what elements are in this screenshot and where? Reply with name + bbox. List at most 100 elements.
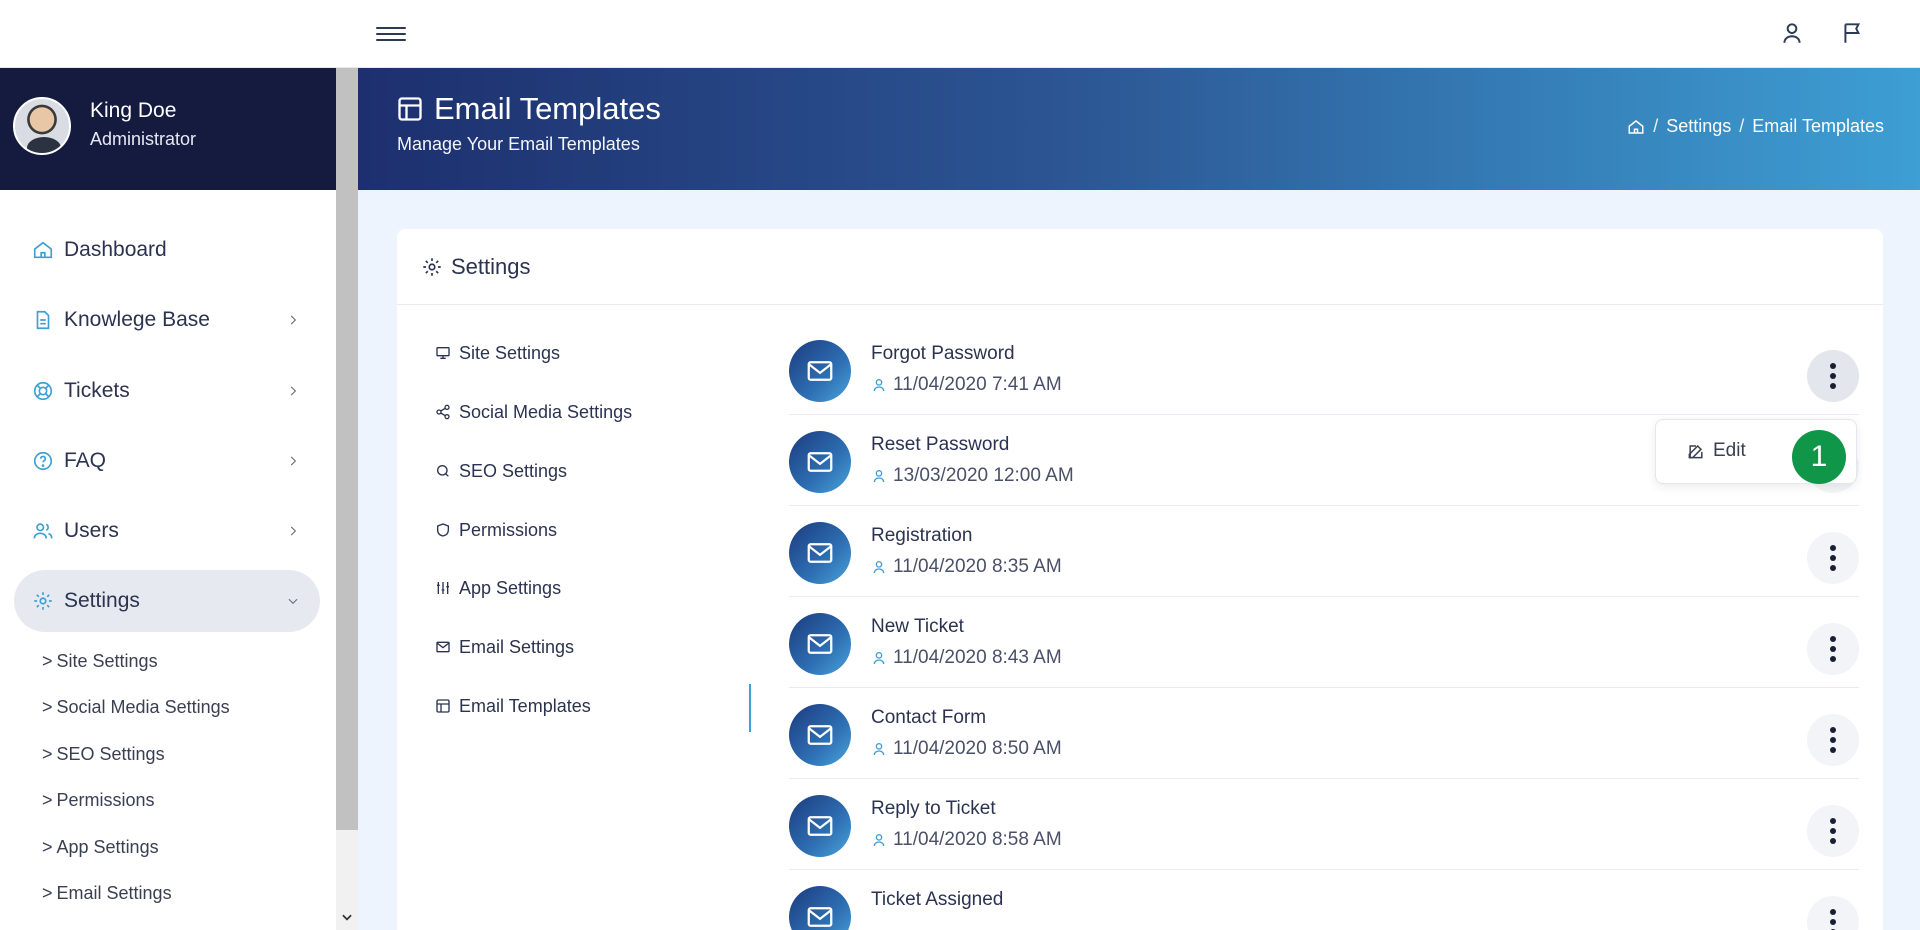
settings-menu-app-settings[interactable]: App Settings <box>435 574 561 602</box>
breadcrumb-settings-link[interactable]: Settings <box>1666 116 1731 137</box>
more-options-button[interactable] <box>1807 805 1859 857</box>
sidebar-item-label: Knowlege Base <box>64 308 210 331</box>
sidebar-item-users[interactable]: Users <box>14 500 320 562</box>
more-options-button[interactable] <box>1807 532 1859 584</box>
sidebar-item-settings[interactable]: Settings <box>14 570 320 632</box>
share-icon <box>436 404 450 420</box>
sidebar-subitem-label: Permissions <box>56 790 155 810</box>
sidebar-subitem-site-settings[interactable]: > Site Settings <box>42 651 158 672</box>
card-header: Settings <box>397 229 1883 305</box>
settings-menu-seo-settings[interactable]: SEO Settings <box>435 457 567 485</box>
chevron-right-icon <box>290 526 297 536</box>
sidebar-item-label: Settings <box>64 589 140 612</box>
more-options-button[interactable] <box>1807 714 1859 766</box>
template-date-text: 13/03/2020 12:00 AM <box>893 465 1074 486</box>
sidebar-subitem-permissions[interactable]: > Permissions <box>42 790 155 811</box>
home-icon[interactable] <box>1627 118 1645 136</box>
user-icon <box>873 561 885 574</box>
template-date-text: 11/04/2020 8:58 AM <box>893 829 1062 850</box>
page-title: Email Templates <box>396 91 661 127</box>
sidebar-subitem-seo-settings[interactable]: > SEO Settings <box>42 744 165 765</box>
sidebar-item-label: Tickets <box>64 379 130 402</box>
avatar[interactable] <box>13 97 71 155</box>
sidebar-item-faq[interactable]: FAQ <box>14 430 320 492</box>
template-date: 13/03/2020 12:00 AM <box>871 465 1074 487</box>
gear-icon <box>423 257 441 276</box>
settings-menu-email-settings[interactable]: Email Settings <box>435 633 574 661</box>
template-icon <box>436 699 450 713</box>
sidebar-subitem-app-settings[interactable]: > App Settings <box>42 837 159 858</box>
sidebar-subitem-label: Site Settings <box>56 651 158 671</box>
mail-icon <box>789 522 851 584</box>
chevron-right-icon <box>290 315 297 325</box>
top-bar <box>0 0 1920 68</box>
sidebar-subitem-social-media-settings[interactable]: > Social Media Settings <box>42 697 230 718</box>
settings-menu-label: Email Settings <box>459 636 575 657</box>
list-item[interactable]: Reply to Ticket 11/04/2020 8:58 AM <box>789 779 1859 870</box>
template-date-text: 11/04/2020 8:35 AM <box>893 556 1062 577</box>
edit-menu-item[interactable]: Edit <box>1686 440 1746 462</box>
template-name: Contact Form <box>871 707 987 728</box>
breadcrumb-separator: / <box>1739 116 1745 136</box>
page-title-text: Email Templates <box>434 91 661 126</box>
breadcrumb: / Settings / Email Templates <box>1627 116 1884 137</box>
list-item[interactable]: Registration 11/04/2020 8:35 AM <box>789 506 1859 597</box>
settings-menu-label: SEO Settings <box>459 460 568 481</box>
gear-icon <box>34 592 52 610</box>
profile-name: King Doe <box>90 99 177 122</box>
list-item[interactable]: Forgot Password 11/04/2020 7:41 AM <box>789 324 1859 415</box>
settings-menu-label: Social Media Settings <box>459 401 633 422</box>
sidebar-item-dashboard[interactable]: Dashboard <box>14 219 320 281</box>
user-icon[interactable] <box>1779 20 1805 46</box>
more-options-button[interactable] <box>1807 896 1859 930</box>
hamburger-icon[interactable] <box>376 22 406 46</box>
step-badge: 1 <box>1792 430 1846 484</box>
settings-menu-label: Site Settings <box>459 342 561 363</box>
user-icon <box>873 379 885 392</box>
sidebar-subitem-label: SEO Settings <box>56 744 165 764</box>
settings-menu-social-media-settings[interactable]: Social Media Settings <box>435 398 632 426</box>
more-options-button[interactable] <box>1807 623 1859 675</box>
template-name: Forgot Password <box>871 343 1015 364</box>
template-name: Ticket Assigned <box>871 889 1004 910</box>
sidebar-subitem-email-settings[interactable]: > Email Settings <box>42 883 172 904</box>
mail-icon <box>436 641 450 653</box>
sidebar-item-label: FAQ <box>64 449 107 472</box>
settings-menu-email-templates[interactable]: Email Templates <box>435 692 591 720</box>
template-name: Reset Password <box>871 434 1010 455</box>
template-name: Reply to Ticket <box>871 798 996 819</box>
template-date: 11/04/2020 8:43 AM <box>871 647 1062 669</box>
page-header: Email Templates Manage Your Email Templa… <box>358 68 1920 190</box>
settings-menu-site-settings[interactable]: Site Settings <box>435 339 560 367</box>
scrollbar-thumb[interactable] <box>336 68 358 830</box>
document-icon <box>36 310 50 330</box>
breadcrumb-separator: / <box>1653 116 1659 136</box>
template-date-text: 11/04/2020 8:50 AM <box>893 738 1062 759</box>
edit-icon <box>1688 444 1703 459</box>
flag-icon[interactable] <box>1840 20 1866 46</box>
more-options-button[interactable] <box>1807 350 1859 402</box>
mail-icon <box>789 886 851 930</box>
list-item[interactable]: Ticket Assigned <box>789 870 1859 930</box>
list-item[interactable]: New Ticket 11/04/2020 8:43 AM <box>789 597 1859 688</box>
scroll-down-arrow-icon[interactable] <box>340 910 354 924</box>
edit-label: Edit <box>1713 440 1746 461</box>
sidebar-scrollbar[interactable] <box>336 68 358 930</box>
template-date: 11/04/2020 8:58 AM <box>871 829 1062 851</box>
template-date-text: 11/04/2020 8:43 AM <box>893 647 1062 668</box>
sidebar-item-knowledge-base[interactable]: Knowlege Base <box>14 289 320 351</box>
template-date: 11/04/2020 8:35 AM <box>871 556 1062 578</box>
sidebar-subitem-label: App Settings <box>56 837 159 857</box>
template-date: 11/04/2020 7:41 AM <box>871 374 1062 396</box>
profile-panel: King Doe Administrator <box>0 68 336 190</box>
page-subtitle: Manage Your Email Templates <box>397 134 640 154</box>
user-icon <box>873 470 885 483</box>
home-icon <box>33 241 53 259</box>
settings-menu-label: Email Templates <box>459 695 591 716</box>
list-item[interactable]: Contact Form 11/04/2020 8:50 AM <box>789 688 1859 779</box>
settings-menu-permissions[interactable]: Permissions <box>435 516 557 544</box>
sidebar-item-tickets[interactable]: Tickets <box>14 360 320 422</box>
mail-icon <box>789 340 851 402</box>
mail-icon <box>789 431 851 493</box>
template-date: 11/04/2020 8:50 AM <box>871 738 1062 760</box>
